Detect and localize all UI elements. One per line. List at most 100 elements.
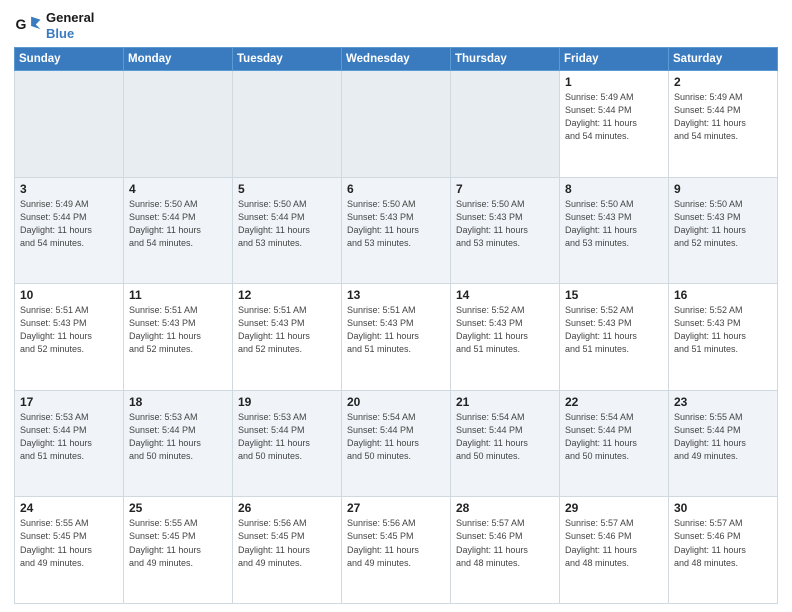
day-number: 5 (238, 182, 336, 196)
day-info: Sunrise: 5:57 AM Sunset: 5:46 PM Dayligh… (674, 517, 772, 569)
day-number: 15 (565, 288, 663, 302)
day-cell: 23 Sunrise: 5:55 AM Sunset: 5:44 PM Dayli… (669, 390, 778, 497)
day-number: 27 (347, 501, 445, 515)
day-cell: 10 Sunrise: 5:51 AM Sunset: 5:43 PM Dayli… (15, 284, 124, 391)
day-info: Sunrise: 5:54 AM Sunset: 5:44 PM Dayligh… (565, 411, 663, 463)
day-info: Sunrise: 5:56 AM Sunset: 5:45 PM Dayligh… (238, 517, 336, 569)
weekday-header-wednesday: Wednesday (342, 48, 451, 71)
day-number: 26 (238, 501, 336, 515)
weekday-header-monday: Monday (124, 48, 233, 71)
day-info: Sunrise: 5:57 AM Sunset: 5:46 PM Dayligh… (565, 517, 663, 569)
day-info: Sunrise: 5:52 AM Sunset: 5:43 PM Dayligh… (674, 304, 772, 356)
weekday-header-thursday: Thursday (451, 48, 560, 71)
day-number: 6 (347, 182, 445, 196)
day-cell: 12 Sunrise: 5:51 AM Sunset: 5:43 PM Dayli… (233, 284, 342, 391)
day-info: Sunrise: 5:50 AM Sunset: 5:44 PM Dayligh… (129, 198, 227, 250)
day-number: 14 (456, 288, 554, 302)
day-info: Sunrise: 5:53 AM Sunset: 5:44 PM Dayligh… (238, 411, 336, 463)
day-number: 28 (456, 501, 554, 515)
day-number: 18 (129, 395, 227, 409)
day-cell: 30Sunrise: 5:57 AM Sunset: 5:46 PM Dayli… (669, 497, 778, 604)
header: G General Blue (14, 10, 778, 41)
weekday-header-friday: Friday (560, 48, 669, 71)
day-info: Sunrise: 5:57 AM Sunset: 5:46 PM Dayligh… (456, 517, 554, 569)
day-number: 4 (129, 182, 227, 196)
day-number: 20 (347, 395, 445, 409)
day-cell: 8Sunrise: 5:50 AM Sunset: 5:43 PM Daylig… (560, 177, 669, 284)
day-cell: 24Sunrise: 5:55 AM Sunset: 5:45 PM Dayli… (15, 497, 124, 604)
day-number: 1 (565, 75, 663, 89)
day-info: Sunrise: 5:52 AM Sunset: 5:43 PM Dayligh… (456, 304, 554, 356)
logo: G General Blue (14, 10, 94, 41)
day-cell: 22Sunrise: 5:54 AM Sunset: 5:44 PM Dayli… (560, 390, 669, 497)
day-cell: 9 Sunrise: 5:50 AM Sunset: 5:43 PM Daylig… (669, 177, 778, 284)
day-cell: 11 Sunrise: 5:51 AM Sunset: 5:43 PM Dayli… (124, 284, 233, 391)
day-cell: 16 Sunrise: 5:52 AM Sunset: 5:43 PM Dayli… (669, 284, 778, 391)
svg-text:G: G (16, 16, 27, 32)
day-number: 10 (20, 288, 118, 302)
day-cell: 18 Sunrise: 5:53 AM Sunset: 5:44 PM Dayli… (124, 390, 233, 497)
day-info: Sunrise: 5:49 AM Sunset: 5:44 PM Dayligh… (565, 91, 663, 143)
day-number: 7 (456, 182, 554, 196)
day-cell (124, 71, 233, 178)
day-info: Sunrise: 5:56 AM Sunset: 5:45 PM Dayligh… (347, 517, 445, 569)
day-number: 29 (565, 501, 663, 515)
day-cell: 2 Sunrise: 5:49 AM Sunset: 5:44 PM Daylig… (669, 71, 778, 178)
day-info: Sunrise: 5:50 AM Sunset: 5:43 PM Dayligh… (565, 198, 663, 250)
day-info: Sunrise: 5:55 AM Sunset: 5:45 PM Dayligh… (20, 517, 118, 569)
day-cell (451, 71, 560, 178)
weekday-header-sunday: Sunday (15, 48, 124, 71)
logo-icon: G (14, 12, 42, 40)
day-info: Sunrise: 5:54 AM Sunset: 5:44 PM Dayligh… (347, 411, 445, 463)
day-number: 23 (674, 395, 772, 409)
day-number: 17 (20, 395, 118, 409)
day-cell: 27 Sunrise: 5:56 AM Sunset: 5:45 PM Dayli… (342, 497, 451, 604)
day-cell: 5 Sunrise: 5:50 AM Sunset: 5:44 PM Daylig… (233, 177, 342, 284)
day-info: Sunrise: 5:55 AM Sunset: 5:45 PM Dayligh… (129, 517, 227, 569)
week-row-5: 24Sunrise: 5:55 AM Sunset: 5:45 PM Dayli… (15, 497, 778, 604)
day-info: Sunrise: 5:50 AM Sunset: 5:43 PM Dayligh… (347, 198, 445, 250)
day-number: 9 (674, 182, 772, 196)
page: G General Blue SundayMondayTuesdayWednes… (0, 0, 792, 612)
day-cell: 6 Sunrise: 5:50 AM Sunset: 5:43 PM Daylig… (342, 177, 451, 284)
day-cell: 7 Sunrise: 5:50 AM Sunset: 5:43 PM Daylig… (451, 177, 560, 284)
day-number: 3 (20, 182, 118, 196)
day-cell (15, 71, 124, 178)
weekday-header-saturday: Saturday (669, 48, 778, 71)
day-info: Sunrise: 5:53 AM Sunset: 5:44 PM Dayligh… (129, 411, 227, 463)
day-cell (342, 71, 451, 178)
day-info: Sunrise: 5:50 AM Sunset: 5:44 PM Dayligh… (238, 198, 336, 250)
day-number: 16 (674, 288, 772, 302)
day-info: Sunrise: 5:51 AM Sunset: 5:43 PM Dayligh… (20, 304, 118, 356)
week-row-3: 10 Sunrise: 5:51 AM Sunset: 5:43 PM Dayli… (15, 284, 778, 391)
day-info: Sunrise: 5:54 AM Sunset: 5:44 PM Dayligh… (456, 411, 554, 463)
day-info: Sunrise: 5:53 AM Sunset: 5:44 PM Dayligh… (20, 411, 118, 463)
day-cell (233, 71, 342, 178)
day-info: Sunrise: 5:50 AM Sunset: 5:43 PM Dayligh… (674, 198, 772, 250)
day-cell: 21 Sunrise: 5:54 AM Sunset: 5:44 PM Dayli… (451, 390, 560, 497)
day-info: Sunrise: 5:49 AM Sunset: 5:44 PM Dayligh… (674, 91, 772, 143)
week-row-1: 1 Sunrise: 5:49 AM Sunset: 5:44 PM Daylig… (15, 71, 778, 178)
day-info: Sunrise: 5:55 AM Sunset: 5:44 PM Dayligh… (674, 411, 772, 463)
weekday-header-tuesday: Tuesday (233, 48, 342, 71)
day-cell: 15 Sunrise: 5:52 AM Sunset: 5:43 PM Dayli… (560, 284, 669, 391)
day-number: 11 (129, 288, 227, 302)
day-number: 2 (674, 75, 772, 89)
day-cell: 29 Sunrise: 5:57 AM Sunset: 5:46 PM Dayli… (560, 497, 669, 604)
day-number: 12 (238, 288, 336, 302)
day-cell: 25 Sunrise: 5:55 AM Sunset: 5:45 PM Dayli… (124, 497, 233, 604)
day-cell: 26 Sunrise: 5:56 AM Sunset: 5:45 PM Dayli… (233, 497, 342, 604)
week-row-2: 3Sunrise: 5:49 AM Sunset: 5:44 PM Daylig… (15, 177, 778, 284)
day-cell: 14 Sunrise: 5:52 AM Sunset: 5:43 PM Dayli… (451, 284, 560, 391)
day-cell: 4 Sunrise: 5:50 AM Sunset: 5:44 PM Daylig… (124, 177, 233, 284)
day-number: 13 (347, 288, 445, 302)
day-number: 21 (456, 395, 554, 409)
day-number: 25 (129, 501, 227, 515)
day-info: Sunrise: 5:50 AM Sunset: 5:43 PM Dayligh… (456, 198, 554, 250)
day-info: Sunrise: 5:52 AM Sunset: 5:43 PM Dayligh… (565, 304, 663, 356)
day-number: 19 (238, 395, 336, 409)
day-info: Sunrise: 5:51 AM Sunset: 5:43 PM Dayligh… (238, 304, 336, 356)
day-cell: 1 Sunrise: 5:49 AM Sunset: 5:44 PM Daylig… (560, 71, 669, 178)
day-info: Sunrise: 5:51 AM Sunset: 5:43 PM Dayligh… (129, 304, 227, 356)
weekday-header-row: SundayMondayTuesdayWednesdayThursdayFrid… (15, 48, 778, 71)
